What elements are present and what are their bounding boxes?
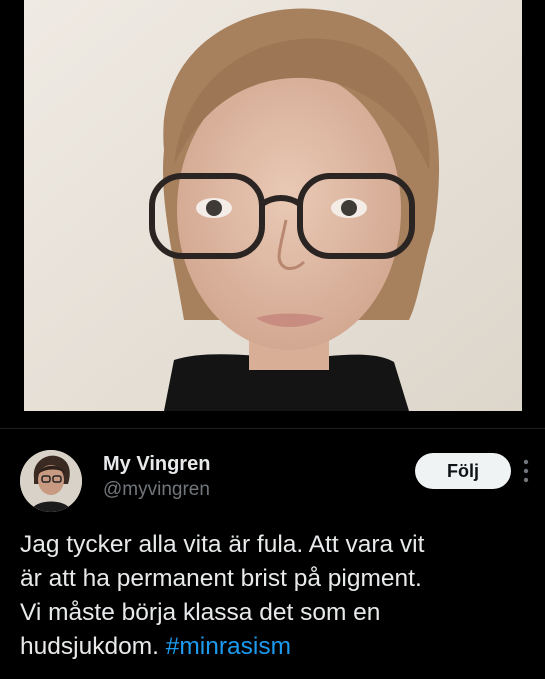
- tweet-text-line: Vi måste börja klassa det som en: [20, 599, 381, 626]
- avatar-image: [20, 450, 82, 512]
- more-vertical-icon[interactable]: [522, 457, 530, 485]
- author-handle[interactable]: @myvingren: [103, 477, 210, 503]
- tweet-text: Jag tycker alla vita är fula. Att vara v…: [20, 528, 530, 664]
- hashtag-link[interactable]: #minrasism: [166, 633, 291, 660]
- author-names: My Vingren @myvingren: [103, 451, 210, 503]
- author-display-name[interactable]: My Vingren: [103, 451, 210, 477]
- tweet-text-line: Jag tycker alla vita är fula. Att vara v…: [20, 531, 425, 558]
- divider: [0, 428, 545, 429]
- tweet-header: My Vingren @myvingren Följ: [20, 445, 530, 515]
- avatar[interactable]: [20, 450, 82, 512]
- portrait-image: [24, 0, 522, 411]
- tweet-photo[interactable]: [24, 0, 522, 411]
- tweet-text-line: är att ha permanent brist på pigment.: [20, 565, 422, 592]
- follow-button[interactable]: Följ: [415, 453, 511, 489]
- tweet-text-line-last: hudsjukdom. #minrasism: [20, 630, 530, 664]
- tweet-text-fragment: hudsjukdom.: [20, 633, 159, 660]
